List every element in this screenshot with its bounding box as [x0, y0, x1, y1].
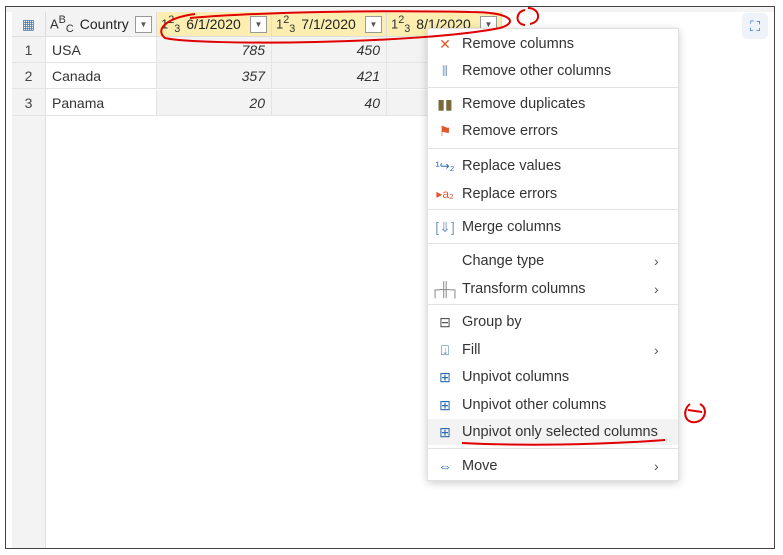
menu-label: Remove other columns — [462, 63, 612, 79]
cell[interactable]: 40 — [272, 90, 387, 116]
menu-divider — [428, 304, 678, 305]
chevron-right-icon: › — [654, 342, 659, 358]
menu-item-merge-columns[interactable]: [⇓] Merge columns — [428, 214, 678, 240]
unpivot-icon: ⊞ — [439, 368, 451, 385]
menu-label: Remove duplicates — [462, 96, 586, 112]
text-type-icon: ABC — [50, 13, 74, 35]
cell[interactable]: USA — [46, 37, 157, 63]
menu-label: Remove columns — [462, 36, 575, 52]
menu-label: Fill — [462, 342, 481, 358]
unpivot-icon: ⊞ — [439, 423, 451, 440]
fill-icon: ⍗ — [440, 341, 450, 358]
focus-view-button[interactable]: ⛶ — [742, 13, 768, 39]
column-header-7-1-2020[interactable]: 123 7/1/2020 ▼ — [272, 12, 387, 37]
focus-icon: ⛶ — [750, 17, 760, 34]
menu-divider — [428, 148, 678, 149]
cell[interactable]: Panama — [46, 90, 157, 116]
menu-label: Move — [462, 458, 498, 474]
menu-divider — [428, 448, 678, 449]
menu-label: Replace errors — [462, 186, 558, 202]
menu-divider — [428, 243, 678, 244]
column-filter-dropdown[interactable]: ▼ — [135, 16, 152, 33]
menu-item-transform-columns[interactable]: ┌╫┐ Transform columns › — [428, 276, 678, 302]
move-icon: ⇔ — [438, 458, 452, 474]
group-by-icon: ⊟ — [439, 313, 451, 330]
menu-item-unpivot-other-columns[interactable]: ⊞ Unpivot other columns — [428, 392, 678, 418]
menu-item-remove-columns[interactable]: ✕ Remove columns — [428, 31, 678, 57]
column-filter-dropdown[interactable]: ▼ — [250, 16, 267, 33]
menu-item-unpivot-only-selected-columns[interactable]: ⊞ Unpivot only selected columns — [428, 419, 678, 445]
menu-label: Unpivot other columns — [462, 397, 607, 413]
row-number: 2 — [12, 63, 46, 89]
remove-other-columns-icon: ⫴ — [442, 62, 448, 79]
column-name: 7/1/2020 — [301, 16, 356, 32]
replace-errors-icon: ▸a₂ — [436, 187, 454, 201]
menu-divider — [428, 209, 678, 210]
menu-label: Remove errors — [462, 123, 558, 139]
menu-item-fill[interactable]: ⍗ Fill › — [428, 337, 678, 363]
menu-item-unpivot-columns[interactable]: ⊞ Unpivot columns — [428, 364, 678, 390]
column-filter-dropdown[interactable]: ▼ — [365, 16, 382, 33]
cell[interactable]: 421 — [272, 63, 387, 89]
remove-errors-icon: ⚑ — [438, 122, 452, 139]
chevron-right-icon: › — [654, 281, 659, 297]
unpivot-icon: ⊞ — [439, 396, 451, 413]
number-type-icon: 123 — [276, 13, 296, 35]
menu-item-remove-errors[interactable]: ⚑ Remove errors — [428, 118, 678, 144]
cell[interactable]: Canada — [46, 63, 157, 89]
row-number: 1 — [12, 37, 46, 63]
menu-label: Group by — [462, 314, 522, 330]
cell[interactable]: 450 — [272, 37, 387, 63]
menu-item-remove-duplicates[interactable]: ▮▮ Remove duplicates — [428, 91, 678, 117]
cell[interactable]: 20 — [157, 90, 272, 116]
cell[interactable]: 357 — [157, 63, 272, 89]
menu-item-replace-errors[interactable]: ▸a₂ Replace errors — [428, 181, 678, 207]
menu-label: Replace values — [462, 158, 562, 174]
menu-item-remove-other-columns[interactable]: ⫴ Remove other columns — [428, 58, 678, 84]
menu-label: Transform columns — [462, 281, 586, 297]
menu-label: Merge columns — [462, 219, 562, 235]
menu-divider — [428, 87, 678, 88]
menu-label: Change type — [462, 253, 545, 269]
column-name: Country — [79, 16, 129, 32]
column-name: 6/1/2020 — [186, 16, 241, 32]
column-context-menu: ✕ Remove columns ⫴ Remove other columns ▮▮… — [427, 28, 679, 481]
remove-duplicates-icon: ▮▮ — [437, 95, 453, 112]
menu-label: Unpivot columns — [462, 369, 570, 385]
menu-item-group-by[interactable]: ⊟ Group by — [428, 309, 678, 335]
number-type-icon: 123 — [161, 13, 181, 35]
replace-values-icon: ¹↪₂ — [435, 159, 455, 173]
remove-columns-icon: ✕ — [439, 35, 451, 52]
cell[interactable]: 785 — [157, 37, 272, 63]
menu-label: Unpivot only selected columns — [462, 424, 658, 440]
transform-columns-icon: ┌╫┐ — [430, 281, 460, 297]
chevron-right-icon: › — [654, 458, 659, 474]
table-menu-icon[interactable]: ▦ — [12, 12, 46, 37]
row-number: 3 — [12, 90, 46, 116]
menu-item-move[interactable]: ⇔ Move › — [428, 453, 678, 479]
menu-item-replace-values[interactable]: ¹↪₂ Replace values — [428, 153, 678, 179]
merge-columns-icon: [⇓] — [435, 218, 455, 235]
number-type-icon: 123 — [391, 13, 411, 35]
menu-item-change-type[interactable]: Change type › — [428, 248, 678, 274]
chevron-right-icon: › — [654, 253, 659, 269]
column-header-country[interactable]: ABC Country ▼ — [46, 12, 157, 37]
column-header-6-1-2020[interactable]: 123 6/1/2020 ▼ — [157, 12, 272, 37]
